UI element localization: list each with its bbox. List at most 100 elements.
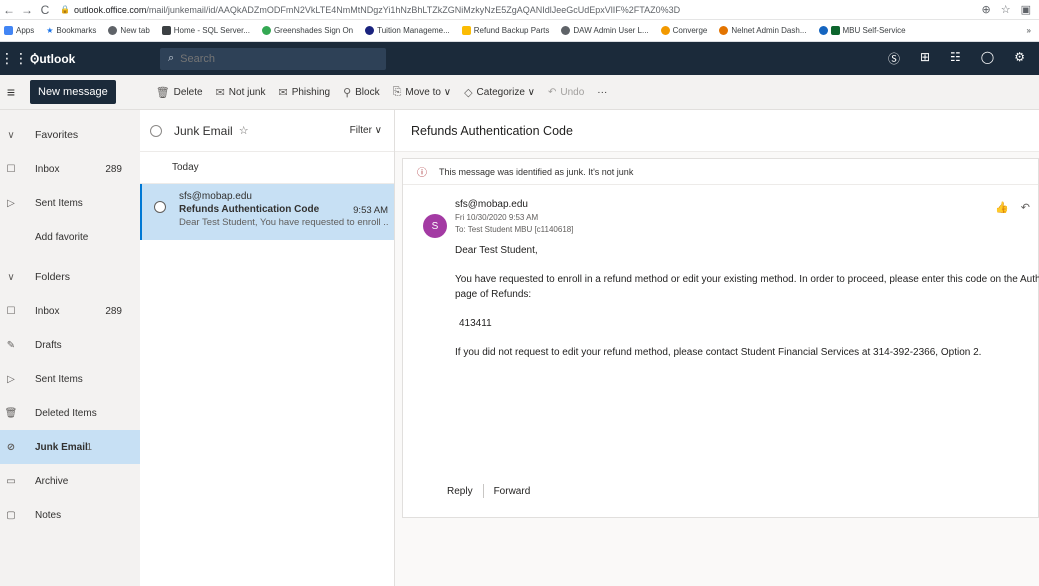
fav-item-inbox[interactable]: ☐ Inbox 289: [0, 152, 140, 186]
categorize-button[interactable]: ◇ Categorize ∨: [464, 86, 535, 99]
command-bar: ≡ New message 🗑 Delete ✉ Not junk ✉ Phishin…: [0, 75, 1039, 110]
reload-icon[interactable]: C: [36, 3, 54, 17]
skype-icon[interactable]: Ⓢ: [888, 50, 900, 67]
folders-header[interactable]: ∨ Folders: [0, 260, 140, 294]
move-to-button[interactable]: ⎘ Move to ∨: [393, 86, 451, 99]
select-all-checkbox[interactable]: [150, 124, 162, 137]
bookmark-refund-backup[interactable]: Refund Backup Parts: [461, 26, 549, 35]
bookmark-star-icon[interactable]: ☆: [1001, 3, 1011, 16]
notifications-icon[interactable]: ◯: [981, 50, 994, 67]
settings-gear-icon[interactable]: ⚙: [1014, 50, 1025, 67]
browser-toolbar: ← → C 🔒 outlook.office.com /mail/junkema…: [0, 0, 1039, 20]
filter-button[interactable]: Filter ∨: [350, 125, 382, 136]
block-user-icon: ⚲: [343, 86, 352, 99]
sender-address[interactable]: sfs@mobap.edu: [455, 199, 528, 210]
folder-item-sent-items[interactable]: ▷ Sent Items: [0, 362, 140, 396]
undo-icon: ↶: [548, 86, 557, 98]
body-paragraph: You have requested to enroll in a refund…: [455, 274, 1039, 300]
address-bar[interactable]: 🔒 outlook.office.com /mail/junkemail/id/…: [60, 5, 960, 15]
forward-icon[interactable]: →: [18, 3, 36, 17]
back-icon[interactable]: ←: [0, 3, 18, 17]
message-list-header: Junk Email ☆ Filter ∨: [140, 110, 394, 152]
message-select-radio[interactable]: [154, 201, 166, 213]
more-actions-button[interactable]: ···: [597, 87, 607, 98]
bookmarks-more-button[interactable]: »: [1027, 26, 1039, 35]
like-icon[interactable]: 👍: [995, 201, 1009, 214]
recipient-line: To: Test Student MBU [c1140618]: [455, 225, 574, 234]
outlook-header: ⋮⋮⋮ Outlook ⌕ Ⓢ ⊞ ☷ ◯ ⚙: [0, 42, 1039, 75]
folder-pane: ∨ Favorites ☐ Inbox 289 ▷ Sent Items Add…: [0, 110, 140, 586]
not-junk-button[interactable]: ✉ Not junk: [216, 86, 266, 99]
warning-icon: ⓘ: [417, 168, 427, 179]
phishing-button[interactable]: ✉ Phishing: [278, 86, 330, 99]
chevron-down-icon: ∨: [7, 129, 15, 141]
my-day-icon[interactable]: ☷: [950, 50, 961, 67]
bookmark-sql-server[interactable]: Home - SQL Server...: [161, 26, 250, 35]
send-icon: ▷: [7, 373, 15, 385]
folder-item-inbox[interactable]: ☐ Inbox 289: [0, 294, 140, 328]
forward-button[interactable]: Forward: [494, 486, 531, 497]
greenshades-icon: [261, 26, 271, 35]
bookmark-mbu[interactable]: MBU Self-Service: [818, 26, 906, 35]
tuition-icon: [365, 26, 375, 35]
undo-button[interactable]: ↶ Undo: [548, 87, 584, 98]
folder-item-archive[interactable]: ▭ Archive: [0, 464, 140, 498]
favorite-star-icon[interactable]: ☆: [239, 124, 249, 137]
fav-item-sent-items[interactable]: ▷ Sent Items: [0, 186, 140, 220]
nav-toggle-icon[interactable]: ≡: [0, 84, 22, 100]
mbu-icon: [818, 26, 828, 35]
folder-item-notes[interactable]: ▢ Notes: [0, 498, 140, 532]
inbox-icon: ☐: [6, 305, 16, 317]
trash-icon: 🗑: [4, 407, 18, 419]
bookmark-apps[interactable]: Apps: [4, 26, 34, 35]
reply-icon[interactable]: ↶: [1021, 201, 1030, 214]
group-header-today: Today: [140, 152, 394, 184]
send-icon: ▷: [7, 197, 15, 209]
add-favorite[interactable]: Add favorite: [0, 220, 140, 254]
bookmark-greenshades[interactable]: Greenshades Sign On: [261, 26, 353, 35]
block-icon: ⊘: [6, 441, 16, 453]
bookmark-converge[interactable]: Converge: [660, 26, 707, 35]
authentication-code: 413411: [459, 318, 492, 329]
globe-icon: [108, 26, 118, 35]
bookmark-bookmarks[interactable]: ★ Bookmarks: [46, 26, 96, 35]
avatar[interactable]: S: [423, 214, 447, 238]
search-input[interactable]: [180, 52, 361, 65]
search-box[interactable]: ⌕: [160, 47, 386, 70]
bookmark-daw-admin[interactable]: DAW Admin User L...: [561, 26, 649, 35]
favorites-header[interactable]: ∨ Favorites: [0, 118, 140, 152]
chevron-down-icon: ∨: [7, 271, 15, 283]
bookmark-tuition[interactable]: Tuition Manageme...: [365, 26, 450, 35]
extension-icon[interactable]: ▣: [1021, 3, 1031, 16]
divider: [482, 484, 484, 498]
junk-notice-text[interactable]: This message was identified as junk. It'…: [439, 167, 633, 177]
new-message-button[interactable]: New message: [30, 80, 116, 104]
message-body: Dear Test Student, You have requested to…: [455, 243, 1039, 374]
zoom-icon[interactable]: ⊕: [982, 3, 991, 16]
folder-item-deleted-items[interactable]: 🗑 Deleted Items: [0, 396, 140, 430]
nelnet-icon: [719, 26, 729, 35]
delete-button[interactable]: 🗑 Delete: [156, 86, 203, 99]
bookmark-new-tab[interactable]: New tab: [108, 26, 150, 35]
bookmark-nelnet[interactable]: Nelnet Admin Dash...: [719, 26, 807, 35]
junk-notice: ⓘ This message was identified as junk. I…: [403, 159, 1038, 185]
globe-icon: [561, 26, 571, 35]
message-card: ⓘ This message was identified as junk. I…: [402, 158, 1039, 518]
self-service-icon: [830, 26, 840, 35]
archive-icon: ▭: [6, 475, 16, 487]
message-sender: sfs@mobap.edu: [179, 191, 252, 202]
folder-item-drafts[interactable]: ✎ Drafts: [0, 328, 140, 362]
message-item[interactable]: sfs@mobap.edu Refunds Authentication Cod…: [140, 184, 394, 240]
bookmarks-bar: Apps ★ Bookmarks New tab Home - SQL Serve…: [0, 20, 1039, 42]
teams-icon[interactable]: ⊞: [920, 50, 930, 67]
app-launcher-icon[interactable]: ⋮⋮⋮: [0, 50, 42, 67]
sent-date: Fri 10/30/2020 9:53 AM: [455, 213, 539, 222]
message-time: 9:53 AM: [353, 205, 388, 216]
tag-icon: ◇: [464, 86, 473, 99]
folder-item-junk-email[interactable]: ⊘ Junk Email 1: [0, 430, 140, 464]
body-greeting: Dear Test Student,: [455, 245, 538, 256]
block-button[interactable]: ⚲ Block: [343, 86, 380, 99]
page-icon: [161, 26, 171, 35]
reply-button[interactable]: Reply: [447, 486, 473, 497]
refund-backup-icon: [461, 26, 471, 35]
